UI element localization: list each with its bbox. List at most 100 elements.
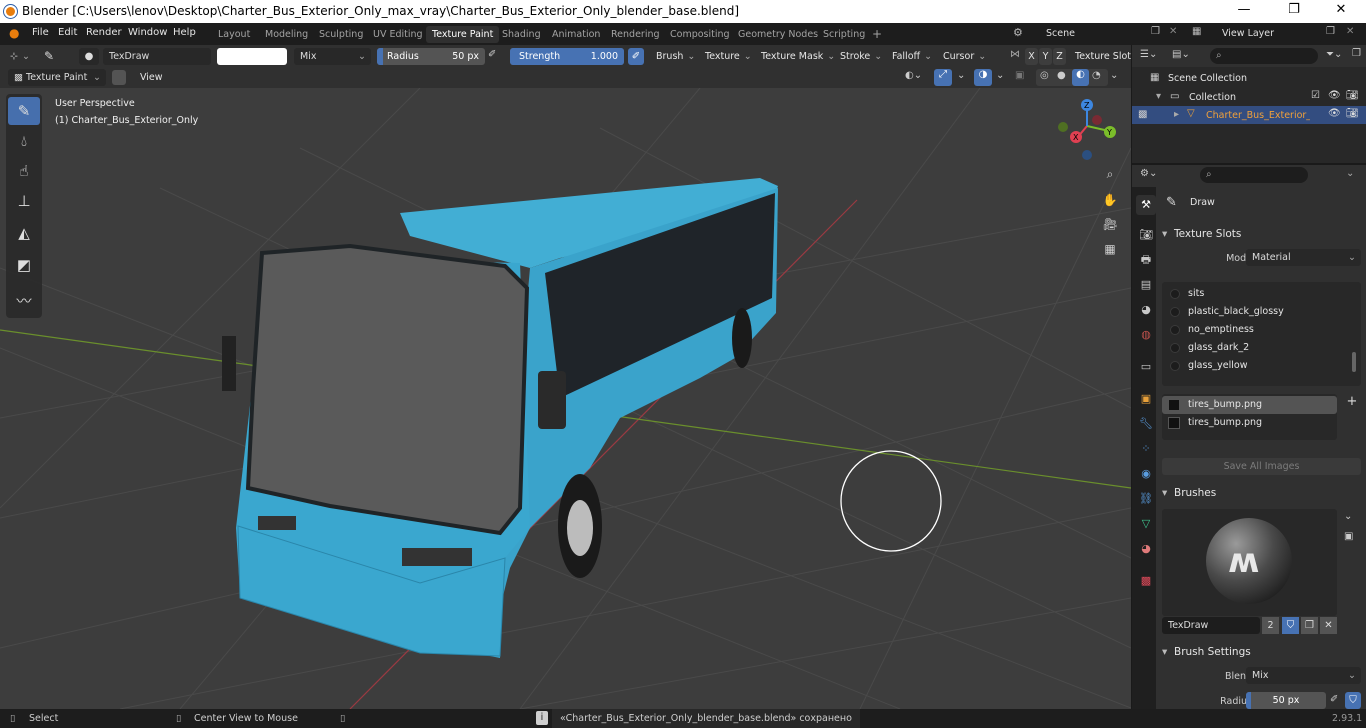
filter-icon[interactable]: ⏷⌄ (1326, 49, 1342, 60)
world-tab-icon[interactable]: ◍ (1136, 325, 1156, 345)
tab-modeling[interactable]: Modeling (259, 26, 314, 43)
gizmo-neg-x[interactable] (1092, 115, 1102, 125)
outliner-editor-icon[interactable]: ☰⌄ (1140, 49, 1157, 60)
render-camera-icon[interactable]: 📷︎ (1346, 90, 1359, 101)
menu-help[interactable]: Help (173, 27, 196, 38)
data-tab-icon[interactable]: ▽ (1136, 514, 1156, 534)
viewport-gizmos-icon[interactable]: ⤢ (934, 69, 952, 86)
brush-blend-select[interactable]: Mix ⌄ (1246, 667, 1361, 684)
texture-tab-icon[interactable]: ▩ (1136, 571, 1156, 591)
brush-radius-slider[interactable]: 50 px (1246, 692, 1326, 709)
list-item[interactable]: sits (1162, 285, 1361, 303)
brush-preview-icon[interactable]: ● (79, 48, 99, 65)
pan-hand-icon[interactable]: ✋ (1099, 189, 1121, 211)
3d-viewport[interactable]: Z Y X User Perspective (1) Charter_Bus_E… (0, 88, 1131, 709)
radius-pressure-icon[interactable]: ✐ (488, 49, 496, 60)
tab-rendering[interactable]: Rendering (605, 26, 666, 43)
new-scene-icon[interactable]: ❐ (1151, 26, 1160, 37)
material-tab-icon[interactable]: ◕ (1136, 539, 1156, 559)
mirror-x-toggle[interactable]: X (1025, 48, 1038, 65)
texture-slots-header[interactable]: Texture Slots (1156, 224, 1366, 244)
render-camera-icon[interactable]: 📷︎ (1346, 108, 1359, 119)
properties-options-icon[interactable]: ⌄ (1346, 168, 1354, 179)
list-item[interactable]: tires_bump.png (1162, 396, 1337, 414)
unlink-brush-icon[interactable]: ✕ (1320, 617, 1337, 634)
radius-pressure-icon[interactable]: ✐ (1330, 694, 1338, 705)
menu-cursor[interactable]: Cursor (943, 48, 986, 65)
brush-browse-icon[interactable]: ⌄ (1344, 511, 1352, 522)
physics-tab-icon[interactable]: ◉ (1136, 464, 1156, 484)
draw-tool-icon[interactable]: ✎ (8, 97, 40, 125)
menu-window[interactable]: Window (128, 27, 167, 38)
menu-render[interactable]: Render (86, 27, 122, 38)
maximize-button[interactable]: ❐ (1284, 2, 1304, 17)
list-scrollbar[interactable] (1352, 352, 1356, 372)
scene-tab-icon[interactable]: ◕ (1136, 300, 1156, 320)
tab-compositing[interactable]: Compositing (664, 26, 736, 43)
mode-select[interactable]: ▩ Texture Paint ⌄ (8, 69, 106, 86)
tab-animation[interactable]: Animation (546, 26, 606, 43)
blender-menu-icon[interactable]: ● (9, 26, 19, 40)
render-tab-icon[interactable]: 📷︎ (1136, 225, 1156, 245)
camera-view-icon[interactable]: 🎥︎ (1099, 213, 1121, 235)
annotate-tool-icon[interactable]: 〰 (8, 287, 40, 315)
brush-name-field[interactable]: TexDraw (103, 48, 211, 65)
solid-shading-icon[interactable]: ● (1057, 70, 1066, 81)
rendered-shading-icon[interactable]: ◔ (1092, 70, 1101, 81)
display-mode-icon[interactable]: ▤⌄ (1172, 49, 1190, 60)
collection-row[interactable]: ▾ ▭ Collection ☑ 👁︎ 📷︎ (1132, 88, 1366, 106)
tab-scripting[interactable]: Scripting (817, 26, 871, 43)
tab-geometry-nodes[interactable]: Geometry Nodes (732, 26, 824, 43)
close-button[interactable]: ✕ (1331, 2, 1351, 17)
mask-tool-icon[interactable]: ◩ (8, 251, 40, 279)
new-view-layer-icon[interactable]: ❐ (1326, 26, 1335, 37)
slot-mode-select[interactable]: Material ⌄ (1246, 249, 1361, 266)
tab-layout[interactable]: Layout (212, 26, 256, 43)
object-visibility-icon[interactable]: ◐⌄ (905, 70, 922, 81)
view-layer-tab-icon[interactable]: ▤ (1136, 275, 1156, 295)
list-item[interactable]: tires_bump.png (1162, 414, 1337, 432)
visibility-eye-icon[interactable]: 👁︎ (1328, 90, 1341, 101)
view-layer-browse-icon[interactable]: ▦ (1192, 26, 1201, 37)
tool-tab-icon[interactable]: ⚒ (1136, 195, 1156, 215)
overlays-icon[interactable]: ◑ (974, 69, 992, 86)
clone-tool-icon[interactable]: ⊥ (8, 187, 40, 215)
tab-texture-paint[interactable]: Texture Paint (426, 26, 500, 43)
menu-view[interactable]: View (135, 69, 168, 86)
soften-tool-icon[interactable]: 💧︎ (8, 127, 40, 155)
perspective-toggle-icon[interactable]: ▦ (1099, 238, 1121, 260)
wireframe-shading-icon[interactable]: ◎ (1040, 70, 1049, 81)
add-texture-slot-icon[interactable]: + (1344, 394, 1360, 410)
brush-users-count[interactable]: 2 (1262, 617, 1279, 634)
modifier-tab-icon[interactable]: 🔧︎ (1136, 414, 1156, 434)
brush-name-input[interactable]: TexDraw (1162, 617, 1260, 634)
scene-name-field[interactable]: Scene (1040, 25, 1148, 42)
tab-shading[interactable]: Shading (496, 26, 547, 43)
brush-settings-header[interactable]: Brush Settings (1156, 642, 1366, 662)
expand-arrow-icon[interactable]: ▸ (1174, 109, 1179, 120)
scene-browse-icon[interactable]: ⚙ (1013, 26, 1023, 39)
paint-mask-toggle[interactable] (112, 70, 126, 85)
add-workspace-button[interactable]: + (866, 26, 888, 43)
collection-tab-icon[interactable]: ▭ (1136, 357, 1156, 377)
output-tab-icon[interactable]: 🖶︎ (1136, 250, 1156, 270)
menu-file[interactable]: File (32, 27, 49, 38)
navigation-gizmo[interactable]: Z Y X (1058, 99, 1116, 160)
particles-tab-icon[interactable]: ⁘ (1136, 439, 1156, 459)
list-item[interactable]: plastic_black_glossy (1162, 303, 1361, 321)
object-tab-icon[interactable]: ▣ (1136, 389, 1156, 409)
gizmo-dropdown-icon[interactable]: ⌄ (957, 70, 965, 81)
menu-stroke[interactable]: Stroke (840, 48, 882, 65)
material-preview-icon[interactable]: ◐ (1072, 69, 1089, 86)
properties-search-input[interactable]: ⌕ (1200, 167, 1308, 183)
fill-tool-icon[interactable]: ◭ (8, 219, 40, 247)
delete-view-layer-icon[interactable]: ✕ (1346, 26, 1354, 37)
menu-falloff[interactable]: Falloff (892, 48, 932, 65)
list-item[interactable]: no_emptiness (1162, 321, 1361, 339)
exclude-checkbox[interactable]: ☑ (1311, 90, 1320, 101)
menu-texture-mask[interactable]: Texture Mask (761, 48, 835, 65)
fake-user-shield-icon[interactable]: ⛉ (1282, 617, 1299, 634)
mirror-z-toggle[interactable]: Z (1053, 48, 1066, 65)
zoom-icon[interactable]: ⌕ (1099, 163, 1121, 185)
list-item[interactable]: glass_yellow (1162, 357, 1361, 375)
